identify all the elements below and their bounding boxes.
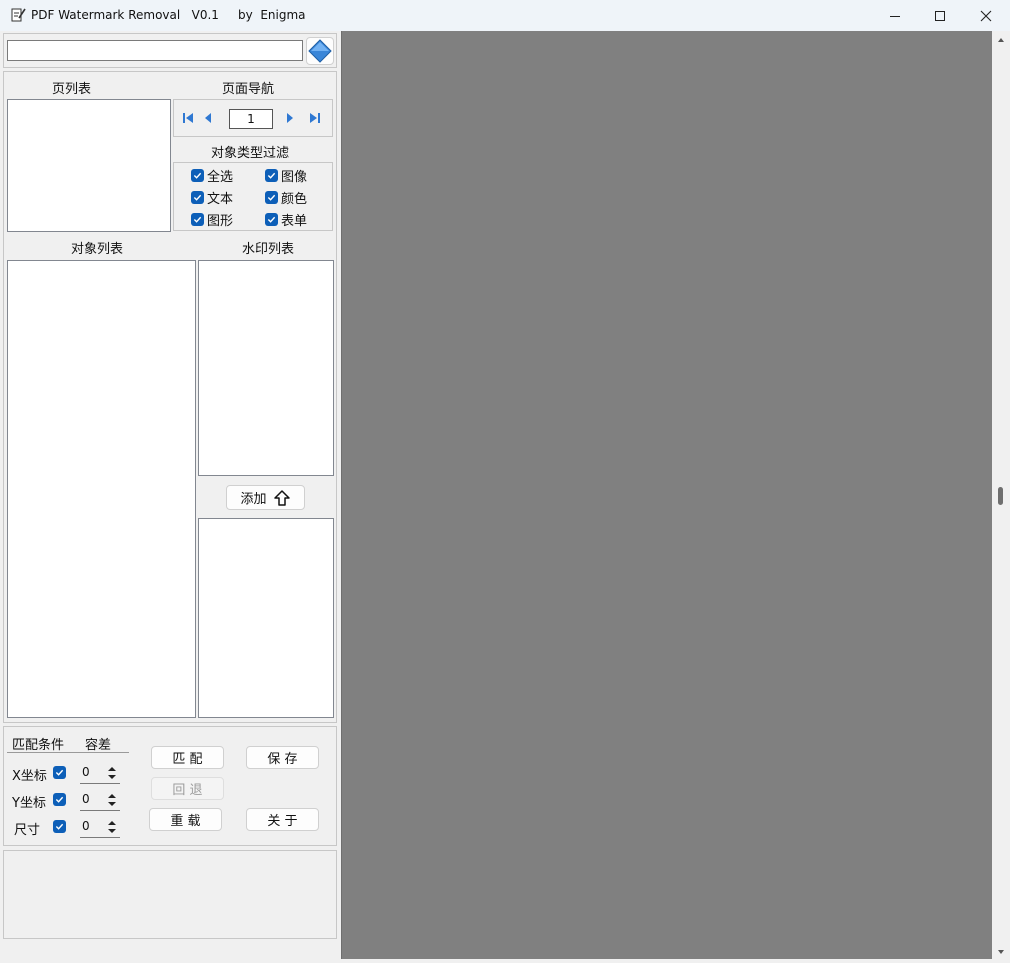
filter-option-label: 表单	[281, 214, 308, 229]
x-tolerance-value: 0	[82, 765, 90, 779]
scroll-up-icon[interactable]	[997, 36, 1005, 44]
page-nav-label: 页面导航	[222, 82, 275, 97]
minimize-icon	[890, 15, 900, 17]
filter-option-label: 图形	[207, 214, 234, 229]
tolerance-header: 容差	[85, 738, 112, 753]
add-watermark-button[interactable]: 添加	[226, 485, 305, 510]
checkbox-checked-icon	[191, 191, 204, 204]
page-list-label: 页列表	[52, 82, 92, 97]
maximize-icon	[935, 10, 945, 21]
size-label: 尺寸	[14, 823, 41, 838]
next-page-icon	[287, 113, 293, 123]
object-list[interactable]	[7, 260, 196, 718]
filter-option-label: 文本	[207, 192, 234, 207]
spinner-underline	[80, 783, 120, 784]
filter-image-checkbox[interactable]: 图像	[265, 168, 325, 185]
last-page-icon	[310, 113, 320, 123]
spinner-underline	[80, 837, 120, 838]
y-tolerance-spinner[interactable]: 0	[80, 789, 120, 811]
file-path-input[interactable]	[7, 40, 303, 61]
filter-form-checkbox[interactable]: 表单	[265, 212, 325, 229]
page-list[interactable]	[7, 99, 171, 232]
close-icon	[980, 10, 992, 21]
first-page-icon	[183, 113, 193, 123]
about-button[interactable]: 关 于	[246, 808, 319, 831]
arrow-up-icon	[273, 489, 290, 506]
checkbox-checked-icon	[191, 213, 204, 226]
save-button[interactable]: 保 存	[246, 746, 319, 769]
watermark-list-label: 水印列表	[242, 242, 295, 257]
window-title: PDF Watermark Removal V0.1	[31, 8, 219, 22]
prev-page-button[interactable]	[202, 111, 214, 125]
scroll-down-icon[interactable]	[997, 948, 1005, 956]
match-button[interactable]: 匹 配	[151, 746, 224, 769]
first-page-button[interactable]	[181, 111, 195, 125]
x-coord-label: X坐标	[12, 769, 47, 784]
candidate-list[interactable]	[198, 518, 334, 718]
x-coord-checkbox[interactable]	[53, 766, 66, 779]
y-tolerance-value: 0	[82, 792, 90, 806]
filter-label: 对象类型过滤	[211, 146, 290, 161]
spinner-arrows-icon[interactable]	[106, 818, 118, 836]
filter-option-label: 全选	[207, 170, 234, 185]
page-number-input[interactable]: 1	[229, 109, 273, 129]
filter-option-label: 颜色	[281, 192, 308, 207]
checkbox-checked-icon	[191, 169, 204, 182]
checkbox-checked-icon	[265, 191, 278, 204]
size-tolerance-value: 0	[82, 819, 90, 833]
maximize-button[interactable]	[917, 0, 963, 31]
y-coord-label: Y坐标	[12, 796, 46, 811]
checkbox-checked-icon	[265, 169, 278, 182]
spinner-arrows-icon[interactable]	[106, 764, 118, 782]
header-divider	[7, 752, 129, 753]
open-file-button[interactable]	[306, 37, 334, 65]
blue-diamond-icon	[308, 39, 332, 63]
document-pen-icon	[10, 7, 26, 23]
undo-button[interactable]: 回 退	[151, 777, 224, 800]
filter-text-checkbox[interactable]: 文本	[191, 190, 251, 207]
filter-option-label: 图像	[281, 170, 308, 185]
add-button-label: 添加	[240, 492, 267, 507]
object-list-label: 对象列表	[71, 242, 124, 257]
title-bar[interactable]: PDF Watermark Removal V0.1 by Enigma	[0, 0, 1010, 31]
filter-all-checkbox[interactable]: 全选	[191, 168, 251, 185]
pdf-preview-canvas[interactable]	[341, 31, 992, 959]
x-tolerance-spinner[interactable]: 0	[80, 762, 120, 784]
checkbox-checked-icon	[265, 213, 278, 226]
spinner-underline	[80, 810, 120, 811]
size-tolerance-spinner[interactable]: 0	[80, 816, 120, 838]
next-page-button[interactable]	[284, 111, 296, 125]
watermark-list[interactable]	[198, 260, 334, 476]
minimize-button[interactable]	[872, 0, 918, 31]
filter-color-checkbox[interactable]: 颜色	[265, 190, 325, 207]
size-checkbox[interactable]	[53, 820, 66, 833]
window-author: by Enigma	[238, 8, 306, 22]
last-page-button[interactable]	[308, 111, 322, 125]
y-coord-checkbox[interactable]	[53, 793, 66, 806]
scrollbar-thumb[interactable]	[998, 487, 1003, 505]
reload-button[interactable]: 重 载	[149, 808, 222, 831]
match-condition-header: 匹配条件	[12, 738, 65, 753]
status-panel	[3, 850, 337, 939]
spinner-arrows-icon[interactable]	[106, 791, 118, 809]
close-button[interactable]	[963, 0, 1009, 31]
filter-shape-checkbox[interactable]: 图形	[191, 212, 251, 229]
prev-page-icon	[205, 113, 211, 123]
